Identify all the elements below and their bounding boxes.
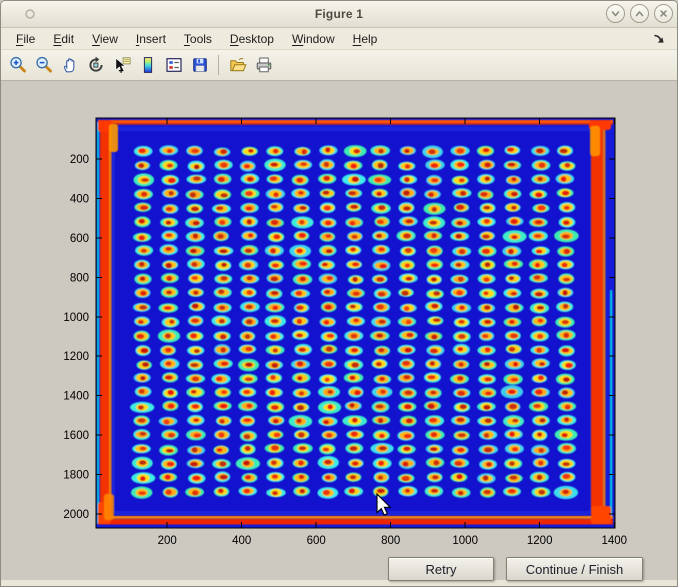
continue-finish-button[interactable]: Continue / Finish bbox=[506, 557, 643, 581]
insert-legend-icon[interactable] bbox=[161, 53, 186, 78]
pan-icon[interactable] bbox=[57, 53, 82, 78]
svg-text:200: 200 bbox=[70, 154, 89, 166]
close-button[interactable] bbox=[654, 4, 673, 23]
menu-item-window[interactable]: Window bbox=[283, 30, 344, 48]
print-figure-icon[interactable] bbox=[251, 53, 276, 78]
svg-text:800: 800 bbox=[381, 535, 400, 547]
data-cursor-icon[interactable] bbox=[109, 53, 134, 78]
figure-toolbar bbox=[1, 50, 677, 81]
svg-text:1000: 1000 bbox=[63, 312, 89, 324]
svg-text:600: 600 bbox=[307, 535, 326, 547]
menu-item-help[interactable]: Help bbox=[344, 30, 387, 48]
figure-window: 200 400 600 800 1000 1200 1400 200 400 600 800 1000… bbox=[0, 0, 678, 587]
shade-button[interactable] bbox=[606, 4, 625, 23]
menu-item-view[interactable]: View bbox=[83, 30, 127, 48]
rotate-3d-icon[interactable] bbox=[83, 53, 108, 78]
dock-figure-icon[interactable] bbox=[652, 32, 665, 45]
svg-text:1400: 1400 bbox=[63, 391, 89, 403]
save-figure-icon[interactable] bbox=[187, 53, 212, 78]
svg-text:1400: 1400 bbox=[602, 535, 628, 547]
svg-text:800: 800 bbox=[70, 272, 89, 284]
menu-item-file[interactable]: File bbox=[7, 30, 44, 48]
svg-text:600: 600 bbox=[70, 233, 89, 245]
svg-text:2000: 2000 bbox=[63, 509, 89, 521]
svg-text:1600: 1600 bbox=[63, 430, 89, 442]
menu-item-tools[interactable]: Tools bbox=[175, 30, 221, 48]
maximize-button[interactable] bbox=[630, 4, 649, 23]
menu-item-edit[interactable]: Edit bbox=[44, 30, 83, 48]
window-title: Figure 1 bbox=[1, 7, 677, 21]
svg-text:1200: 1200 bbox=[63, 351, 89, 363]
svg-text:200: 200 bbox=[158, 535, 177, 547]
open-file-icon[interactable] bbox=[225, 53, 250, 78]
zoom-out-icon[interactable] bbox=[31, 53, 56, 78]
figure-canvas[interactable]: 200 400 600 800 1000 1200 1400 200 400 600 800 1000… bbox=[1, 1, 678, 587]
svg-text:1800: 1800 bbox=[63, 470, 89, 482]
svg-text:400: 400 bbox=[232, 535, 251, 547]
zoom-in-icon[interactable] bbox=[5, 53, 30, 78]
toolbar-separator bbox=[218, 55, 219, 75]
retry-button[interactable]: Retry bbox=[388, 557, 494, 581]
menu-item-insert[interactable]: Insert bbox=[127, 30, 175, 48]
insert-colorbar-icon[interactable] bbox=[135, 53, 160, 78]
svg-text:1200: 1200 bbox=[527, 535, 553, 547]
titlebar[interactable]: Figure 1 bbox=[1, 1, 677, 28]
menu-bar: FileEditViewInsertToolsDesktopWindowHelp bbox=[1, 28, 677, 50]
menu-item-desktop[interactable]: Desktop bbox=[221, 30, 283, 48]
svg-text:1000: 1000 bbox=[452, 535, 478, 547]
svg-text:400: 400 bbox=[70, 194, 89, 206]
